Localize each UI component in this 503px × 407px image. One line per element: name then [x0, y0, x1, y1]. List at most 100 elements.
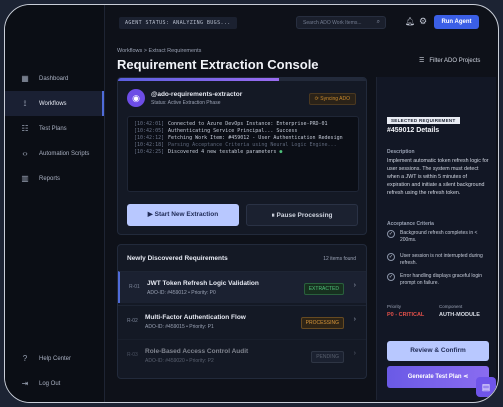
row-id: R-01 — [129, 284, 140, 290]
sidebar-item-label: Reports — [39, 175, 61, 182]
component-value: AUTH-MODULE — [439, 312, 480, 318]
log-message-text: Discovered 4 new testable parameters — [168, 149, 277, 155]
run-agent-button[interactable]: Run Agent — [434, 15, 479, 29]
generate-label: Generate Test Plan — [407, 374, 462, 380]
log-message: Authenticating Service Principal... Succ… — [168, 128, 298, 134]
criteria-text: User session is not interrupted during r… — [400, 253, 483, 266]
sidebar-item-label: Test Plans — [39, 125, 67, 132]
agent-status: Status: Active Extraction Phase — [151, 100, 221, 106]
log-timestamp: [10:42:05] — [134, 128, 165, 134]
log-line: [10:42:05] Authenticating Service Princi… — [134, 128, 352, 135]
sidebar: ▦ Dashboard ⟟ Workflows ☷ Test Plans ‹› … — [5, 5, 105, 402]
sidebar-item-label: Dashboard — [39, 75, 69, 82]
extraction-progress-bar — [118, 78, 366, 81]
sidebar-item-workflows[interactable]: ⟟ Workflows — [5, 91, 104, 116]
chevron-right-icon[interactable]: › — [354, 316, 356, 323]
details-panel: SELECTED REQUIREMENT #459012 Details Des… — [376, 77, 496, 400]
sidebar-item-label: Help Center — [39, 355, 72, 362]
chevron-right-icon[interactable]: › — [354, 282, 356, 289]
priority-label: Priority — [387, 304, 402, 309]
row-title: Multi-Factor Authentication Flow — [145, 314, 246, 321]
log-message: Connected to Azure DevOps Instance: Ente… — [168, 121, 328, 127]
details-title: #459012 Details — [387, 127, 440, 134]
chat-icon[interactable]: ▤ — [476, 377, 496, 397]
sidebar-item-help-center[interactable]: ? Help Center — [5, 346, 104, 371]
start-extraction-button[interactable]: ▶ Start New Extraction — [127, 204, 239, 226]
sidebar-item-dashboard[interactable]: ▦ Dashboard — [5, 66, 104, 91]
log-timestamp: [10:42:12] — [134, 135, 165, 141]
requirement-row[interactable]: R-02 Multi-Factor Authentication Flow AD… — [118, 305, 366, 337]
progress-fill — [118, 78, 280, 81]
log-message: Parsing Acceptance Criteria using Neural… — [168, 142, 337, 148]
criteria-item: ✓ User session is not interrupted during… — [387, 253, 492, 267]
extraction-card: ◉ @ado-requirements-extractor Status: Ac… — [117, 77, 367, 235]
log-line: [10:42:25] Discovered 4 new testable par… — [134, 149, 352, 156]
list-title: Newly Discovered Requirements — [127, 255, 228, 262]
sidebar-item-label: Log Out — [39, 380, 61, 387]
log-timestamp: [10:42:25] — [134, 149, 165, 155]
dashboard-icon: ▦ — [21, 73, 29, 83]
log-message: Fetching Work Item: #459012 - User Authe… — [168, 135, 343, 141]
sync-label: Syncing ADO — [320, 96, 350, 102]
log-timestamp: [10:42:01] — [134, 121, 165, 127]
sidebar-item-log-out[interactable]: ⇥ Log Out — [5, 371, 104, 396]
criteria-text: Background refresh completes in < 200ms. — [400, 230, 478, 243]
share-icon: ⋖ — [461, 374, 469, 380]
requirement-row[interactable]: R-01 JWT Token Refresh Logic Validation … — [118, 271, 366, 303]
generate-test-plan-button[interactable]: Generate Test Plan ⋖ — [387, 366, 489, 388]
agent-status-badge: AGENT STATUS: ANALYZING BUGS... — [119, 17, 237, 29]
criteria-item: ✓ Error handling displays graceful login… — [387, 273, 492, 287]
bell-icon[interactable]: 🔔︎ — [405, 17, 415, 26]
play-icon: ▶ — [147, 211, 155, 218]
sidebar-bottom: ? Help Center ⇥ Log Out — [5, 346, 104, 396]
row-id: R-02 — [127, 318, 138, 324]
requirement-row[interactable]: R-03 Role-Based Access Control Audit ADO… — [118, 339, 366, 371]
gear-icon[interactable]: ⚙ — [419, 16, 427, 27]
search-placeholder: Search ADO Work Items... — [303, 20, 362, 26]
sidebar-item-test-plans[interactable]: ☷ Test Plans — [5, 116, 104, 141]
success-dot-icon: ● — [279, 149, 283, 155]
clipboard-icon: ☷ — [21, 123, 29, 133]
status-badge: PENDING — [311, 351, 344, 363]
logout-icon: ⇥ — [21, 378, 29, 388]
sidebar-item-label: Workflows — [39, 100, 67, 107]
app-window: ▦ Dashboard ⟟ Workflows ☷ Test Plans ‹› … — [4, 4, 499, 403]
selected-requirement-tag: SELECTED REQUIREMENT — [387, 117, 460, 124]
status-badge: PROCESSING — [300, 317, 344, 329]
search-icon: ⌕ — [376, 19, 380, 25]
search-input[interactable]: Search ADO Work Items... ⌕ — [296, 16, 386, 29]
log-message: Discovered 4 new testable parameters ● — [168, 149, 282, 156]
log-line: [10:42:01] Connected to Azure DevOps Ins… — [134, 121, 352, 128]
code-icon: ‹› — [22, 148, 28, 158]
sidebar-nav: ▦ Dashboard ⟟ Workflows ☷ Test Plans ‹› … — [5, 66, 104, 191]
start-label: Start New Extraction — [154, 211, 219, 218]
filter-projects-button[interactable]: ☰ Filter ADO Projects — [419, 54, 498, 68]
criteria-text: Error handling displays graceful login p… — [400, 273, 482, 286]
description-text: Implement automatic token refresh logic … — [387, 158, 489, 196]
row-title: JWT Token Refresh Logic Validation — [147, 280, 259, 287]
pause-processing-button[interactable]: ⏸ Pause Processing — [246, 204, 358, 226]
chart-icon: ▥ — [21, 173, 29, 183]
agent-name: @ado-requirements-extractor — [151, 91, 243, 98]
page-title: Requirement Extraction Console — [117, 57, 319, 72]
agent-avatar-icon: ◉ — [127, 89, 145, 107]
filter-icon: ☰ — [419, 58, 425, 64]
log-console: [10:42:01] Connected to Azure DevOps Ins… — [127, 116, 359, 192]
breadcrumb: Workflows > Extract Requirements — [117, 48, 202, 54]
log-line: [10:42:18] Parsing Acceptance Criteria u… — [134, 142, 352, 149]
sync-badge: ⟳ Syncing ADO — [308, 93, 356, 105]
row-title: Role-Based Access Control Audit — [145, 348, 249, 355]
chevron-right-icon[interactable]: › — [354, 350, 356, 357]
pause-label: Pause Processing — [276, 212, 333, 219]
criteria-label: Acceptance Criteria — [387, 221, 434, 227]
review-confirm-button[interactable]: Review & Confirm — [387, 341, 489, 361]
row-id: R-03 — [127, 352, 138, 358]
workflow-icon: ⟟ — [23, 98, 27, 108]
log-timestamp: [10:42:18] — [134, 142, 165, 148]
description-label: Description — [387, 149, 415, 155]
status-badge: EXTRACTED — [303, 283, 344, 295]
sidebar-item-reports[interactable]: ▥ Reports — [5, 166, 104, 191]
filter-label: Filter ADO Projects — [429, 58, 481, 64]
row-meta: ADO-ID: #459012 • Priority: P0 — [147, 290, 216, 296]
sidebar-item-automation-scripts[interactable]: ‹› Automation Scripts — [5, 141, 104, 166]
